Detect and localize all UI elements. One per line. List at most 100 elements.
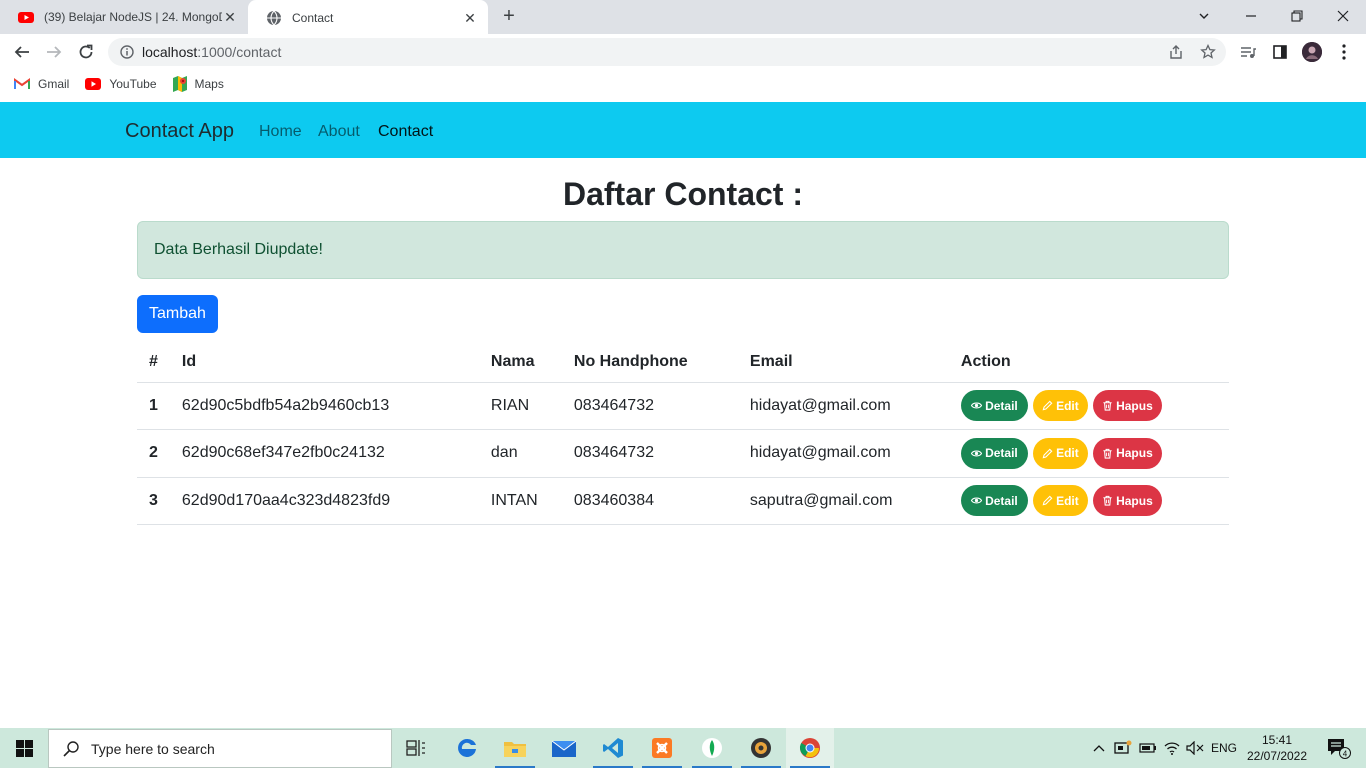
eye-icon	[971, 497, 983, 504]
detail-button[interactable]: Detail	[960, 485, 1028, 517]
edit-button[interactable]: Edit	[1032, 437, 1088, 469]
search-icon	[63, 740, 79, 757]
bookmark-youtube[interactable]: YouTube	[85, 77, 157, 91]
youtube-icon	[85, 78, 102, 90]
close-tab-icon[interactable]: ✕	[462, 10, 478, 26]
edit-button[interactable]: Edit	[1032, 485, 1088, 517]
contact-id: 62d90d170aa4c323d4823fd9	[169, 477, 479, 525]
app-navbar: Contact App Home About Contact	[0, 102, 1366, 158]
input-language[interactable]: ENG	[1208, 728, 1240, 768]
tab-contact[interactable]: Contact ✕	[248, 0, 488, 36]
windows-start-icon[interactable]	[0, 728, 48, 768]
delete-button[interactable]: Hapus	[1092, 437, 1162, 469]
contact-email: hidayat@gmail.com	[737, 429, 949, 478]
contact-id: 62d90c68ef347e2fb0c24132	[169, 429, 479, 478]
navbar-brand[interactable]: Contact App	[125, 120, 234, 143]
col-header-email: Email	[737, 342, 949, 383]
nav-contact[interactable]: Contact	[378, 123, 433, 141]
address-bar[interactable]: localhost:1000/contact	[108, 38, 1226, 66]
url-text: localhost:1000/contact	[142, 44, 282, 60]
edit-button[interactable]: Edit	[1032, 390, 1088, 422]
contact-email: hidayat@gmail.com	[737, 382, 949, 430]
vscode-icon[interactable]	[589, 728, 637, 768]
edge-browser-icon[interactable]	[443, 728, 491, 768]
detail-button[interactable]: Detail	[960, 437, 1028, 469]
pencil-icon	[1042, 448, 1053, 459]
contact-name: dan	[478, 429, 562, 478]
gmail-icon	[14, 78, 30, 90]
table-header-row: # Id Nama No Handphone Email Action	[137, 342, 1229, 383]
share-icon[interactable]	[1168, 44, 1184, 60]
site-info-icon[interactable]	[120, 45, 134, 59]
youtube-icon	[18, 12, 34, 23]
page-title: Daftar Contact :	[562, 176, 803, 212]
row-actions: Detail Edit Hapus	[948, 429, 1229, 478]
row-number: 2	[137, 429, 170, 478]
nav-about[interactable]: About	[318, 123, 360, 141]
file-explorer-icon[interactable]	[491, 728, 539, 768]
row-number: 1	[137, 382, 170, 430]
side-panel-icon[interactable]	[1270, 42, 1290, 62]
col-header-number: #	[137, 342, 170, 383]
delete-button[interactable]: Hapus	[1092, 390, 1162, 422]
media-playlist-icon[interactable]	[1238, 42, 1258, 62]
clock-date: 22/07/2022	[1246, 749, 1308, 763]
eye-icon	[971, 450, 983, 457]
volume-muted-icon[interactable]	[1184, 728, 1206, 768]
success-alert: Data Berhasil Diupdate!	[137, 221, 1229, 279]
mail-icon[interactable]	[540, 728, 588, 768]
bookmark-gmail[interactable]: Gmail	[14, 77, 69, 91]
battery-icon[interactable]	[1137, 728, 1159, 768]
notification-count: 4	[1343, 750, 1348, 759]
profile-avatar[interactable]	[1302, 42, 1322, 62]
taskbar-search-input[interactable]: Type here to search	[48, 729, 392, 768]
xampp-icon[interactable]	[638, 728, 686, 768]
menu-kebab-icon[interactable]	[1334, 42, 1354, 62]
row-actions: Detail Edit Hapus	[948, 477, 1229, 525]
browser-toolbar: localhost:1000/contact	[0, 34, 1366, 70]
clock-time: 15:41	[1261, 733, 1293, 747]
table-row: 3 62d90d170aa4c323d4823fd9 INTAN 0834603…	[137, 477, 1229, 525]
task-view-icon[interactable]	[392, 728, 440, 768]
row-actions: Detail Edit Hapus	[948, 382, 1229, 430]
contact-phone: 083464732	[561, 382, 738, 430]
system-clock[interactable]: 15:41 22/07/2022	[1240, 732, 1314, 764]
tab-search-chevron-icon[interactable]	[1181, 0, 1227, 32]
trash-icon	[1103, 496, 1112, 506]
contact-name: INTAN	[478, 477, 562, 525]
close-window-icon[interactable]	[1320, 0, 1366, 32]
forward-arrow-icon[interactable]	[42, 40, 66, 64]
bookmark-maps[interactable]: Maps	[172, 76, 224, 92]
mongodb-compass-icon[interactable]	[688, 728, 736, 768]
notification-center-icon[interactable]: 4	[1318, 728, 1358, 768]
back-arrow-icon[interactable]	[10, 40, 34, 64]
contact-email: saputra@gmail.com	[737, 477, 949, 525]
row-number: 3	[137, 477, 170, 525]
wifi-icon[interactable]	[1161, 728, 1183, 768]
close-tab-icon[interactable]: ✕	[222, 9, 238, 25]
globe-icon	[267, 10, 281, 26]
tab-title: (39) Belajar NodeJS | 24. MongoDB	[44, 10, 222, 24]
nav-home[interactable]: Home	[259, 123, 302, 141]
detail-button[interactable]: Detail	[960, 390, 1028, 422]
eye-icon	[971, 402, 983, 409]
show-hidden-icons-chevron-icon[interactable]	[1090, 728, 1108, 768]
delete-button[interactable]: Hapus	[1092, 485, 1162, 517]
browser-tab-bar: (39) Belajar NodeJS | 24. MongoDB ✕ Cont…	[0, 0, 1366, 36]
tab-youtube[interactable]: (39) Belajar NodeJS | 24. MongoDB ✕	[0, 0, 248, 34]
contact-phone: 083460384	[561, 477, 738, 525]
maps-icon	[172, 76, 187, 92]
col-header-id: Id	[169, 342, 479, 383]
windows-taskbar: Type here to search ENG 15:41 22/07/2022…	[0, 728, 1366, 768]
minimize-icon[interactable]	[1228, 0, 1274, 32]
restore-icon[interactable]	[1274, 0, 1320, 32]
add-contact-button[interactable]: Tambah	[137, 295, 218, 333]
chrome-icon[interactable]	[786, 728, 834, 768]
table-row: 1 62d90c5bdfb54a2b9460cb13 RIAN 08346473…	[137, 382, 1229, 430]
pencil-icon	[1042, 495, 1053, 506]
screen-capture-icon[interactable]	[1112, 728, 1134, 768]
new-tab-icon[interactable]: +	[498, 6, 520, 28]
reload-icon[interactable]	[74, 40, 98, 64]
star-bookmark-icon[interactable]	[1200, 44, 1216, 60]
media-player-icon[interactable]	[737, 728, 785, 768]
